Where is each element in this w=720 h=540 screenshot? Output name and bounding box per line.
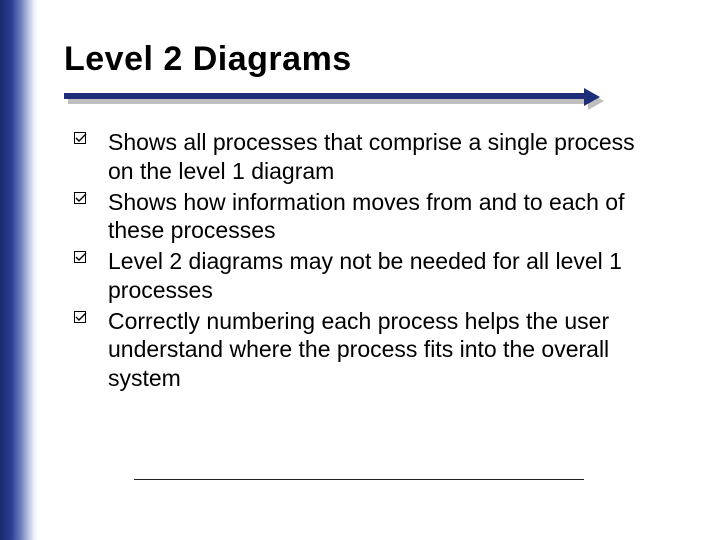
- footer-divider: [134, 479, 584, 480]
- list-item-text: Correctly numbering each process helps t…: [108, 308, 609, 392]
- checkbox-bullet-icon: [74, 192, 88, 206]
- checkbox-bullet-icon: [74, 251, 88, 265]
- arrowhead-icon: [584, 88, 600, 106]
- bullet-list: Shows all processes that comprise a sing…: [74, 128, 649, 395]
- list-item: Level 2 diagrams may not be needed for a…: [74, 247, 649, 305]
- title-underline: [64, 90, 594, 110]
- list-item-text: Shows how information moves from and to …: [108, 189, 624, 244]
- list-item: Shows all processes that comprise a sing…: [74, 128, 649, 186]
- checkbox-bullet-icon: [74, 311, 88, 325]
- list-item-text: Shows all processes that comprise a sing…: [108, 129, 635, 184]
- slide: Level 2 Diagrams Shows all processes tha…: [0, 0, 720, 540]
- underline-bar: [64, 93, 584, 99]
- list-item-text: Level 2 diagrams may not be needed for a…: [108, 248, 622, 303]
- left-gradient-bar: [0, 0, 38, 540]
- list-item: Correctly numbering each process helps t…: [74, 307, 649, 393]
- slide-title: Level 2 Diagrams: [64, 40, 352, 79]
- checkbox-bullet-icon: [74, 132, 88, 146]
- list-item: Shows how information moves from and to …: [74, 188, 649, 246]
